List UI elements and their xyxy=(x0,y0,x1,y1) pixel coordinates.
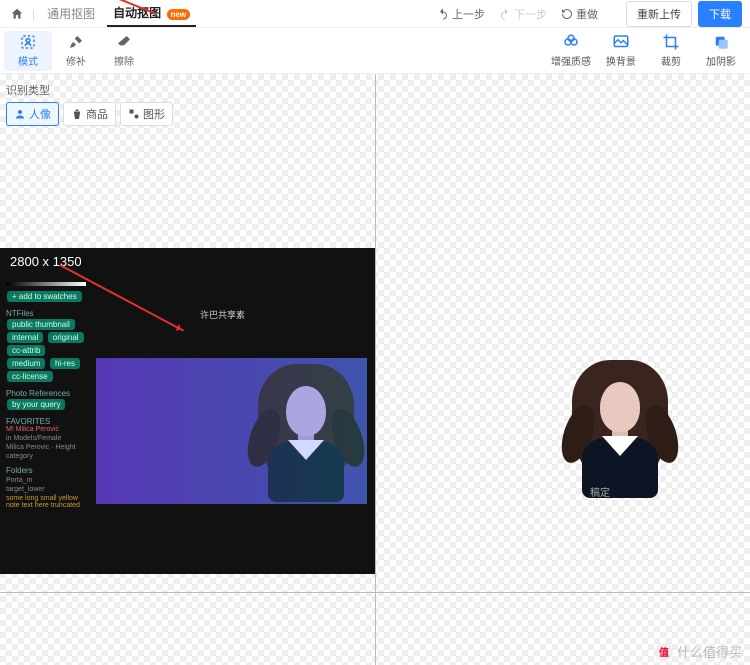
category-panel: 识别类型 人像 商品 图形 xyxy=(6,82,173,126)
tool-enhance-label: 增强质感 xyxy=(551,57,591,68)
category-person-label: 人像 xyxy=(29,106,51,122)
tag: internal xyxy=(7,332,43,343)
smzdm-text: 什么值得买 xyxy=(677,642,742,661)
undo-button[interactable]: 上一步 xyxy=(433,4,489,24)
section-folders: Folders xyxy=(6,466,86,475)
tag: original xyxy=(48,332,84,343)
divider-vertical xyxy=(375,74,376,665)
section-ref: Photo References xyxy=(6,389,86,398)
tool-mode[interactable]: 模式 xyxy=(4,31,52,71)
site-watermark: 值 什么值得买 xyxy=(655,642,742,661)
tool-mode-label: 模式 xyxy=(18,53,38,68)
gradient-bar xyxy=(6,282,86,286)
color-tint xyxy=(96,358,367,504)
new-badge: new xyxy=(167,9,191,20)
tool-erase-label: 擦除 xyxy=(114,53,134,68)
reupload-button[interactable]: 重新上传 xyxy=(626,1,692,27)
category-person[interactable]: 人像 xyxy=(6,102,59,126)
tag: public thumbnail xyxy=(7,319,75,330)
meta-line: category xyxy=(6,453,86,460)
source-photo xyxy=(96,358,367,504)
shadow-icon xyxy=(712,33,730,51)
tool-changebg[interactable]: 换背景 xyxy=(596,33,646,68)
meta-line: in Models/Female xyxy=(6,435,86,442)
repair-icon xyxy=(67,33,85,51)
person-icon xyxy=(14,108,26,120)
category-graphic[interactable]: 图形 xyxy=(120,102,173,126)
undo-icon xyxy=(437,8,449,20)
tag: cc-license xyxy=(7,371,53,382)
footnote: some long small yellow note text here tr… xyxy=(6,495,86,509)
canvas-area: 2800 x 1350 许巴共享素 + add to swatches NTFi… xyxy=(0,74,750,665)
tag: cc-attrib xyxy=(7,345,45,356)
tool-enhance[interactable]: 增强质感 xyxy=(546,33,596,68)
folder-line: target_lower xyxy=(6,486,86,493)
tool-erase[interactable]: 擦除 xyxy=(100,31,148,71)
meta-line: Milica Perovic · Height xyxy=(6,444,86,451)
divider-horizontal xyxy=(0,592,750,593)
tool-shadow-label: 加阴影 xyxy=(706,57,736,68)
redo-icon xyxy=(499,8,511,20)
reset-button[interactable]: 重做 xyxy=(557,4,602,24)
pill-swatches: + add to swatches xyxy=(7,291,82,302)
smzdm-icon: 值 xyxy=(655,643,673,661)
tag: hi-res xyxy=(50,358,80,369)
crop-icon xyxy=(662,33,680,51)
tool-row: 模式 修补 擦除 增强质感 换背景 裁剪 加阴影 xyxy=(0,28,750,74)
tool-repair-label: 修补 xyxy=(66,53,86,68)
reset-icon xyxy=(561,8,573,20)
undo-label: 上一步 xyxy=(452,6,485,22)
folder-line: Porta_m xyxy=(6,477,86,484)
face xyxy=(600,382,640,432)
tool-repair[interactable]: 修补 xyxy=(52,31,100,71)
portrait-cutout[interactable] xyxy=(560,354,680,504)
graphic-icon xyxy=(128,108,140,120)
source-sidebar: + add to swatches NTFiles public thumbna… xyxy=(0,274,92,574)
tool-shadow[interactable]: 加阴影 xyxy=(696,33,746,68)
tool-crop-label: 裁剪 xyxy=(661,57,681,68)
section-ntfiles: NTFiles xyxy=(6,309,86,318)
home-icon[interactable] xyxy=(8,7,26,21)
tool-bg-label: 换背景 xyxy=(606,57,636,68)
bg-icon xyxy=(612,33,630,51)
erase-icon xyxy=(115,33,133,51)
tab-general-cutout[interactable]: 通用抠图 xyxy=(41,1,101,26)
product-icon xyxy=(71,108,83,120)
source-caption: 许巴共享素 xyxy=(200,308,245,321)
fav-item: M! Milica Perović xyxy=(6,426,86,433)
result-watermark: 稿定 xyxy=(590,484,610,499)
category-product[interactable]: 商品 xyxy=(63,102,116,126)
download-button[interactable]: 下载 xyxy=(698,1,742,27)
tool-crop[interactable]: 裁剪 xyxy=(646,33,696,68)
source-image-panel: 2800 x 1350 许巴共享素 + add to swatches NTFi… xyxy=(0,248,375,574)
tag: medium xyxy=(7,358,45,369)
category-product-label: 商品 xyxy=(86,106,108,122)
top-bar: | 通用抠图 自动抠图 new 上一步 下一步 重做 重新上传 下载 xyxy=(0,0,750,28)
mode-icon xyxy=(19,33,37,51)
pill-ref: by your query xyxy=(7,399,65,410)
separator: | xyxy=(32,7,35,21)
category-graphic-label: 图形 xyxy=(143,106,165,122)
enhance-icon xyxy=(562,33,580,51)
section-fav: FAVORITES xyxy=(6,417,86,426)
category-title: 识别类型 xyxy=(6,82,173,98)
redo-label: 下一步 xyxy=(514,6,547,22)
reset-label: 重做 xyxy=(576,6,598,22)
redo-button[interactable]: 下一步 xyxy=(495,4,551,24)
source-dimensions: 2800 x 1350 xyxy=(10,254,82,269)
